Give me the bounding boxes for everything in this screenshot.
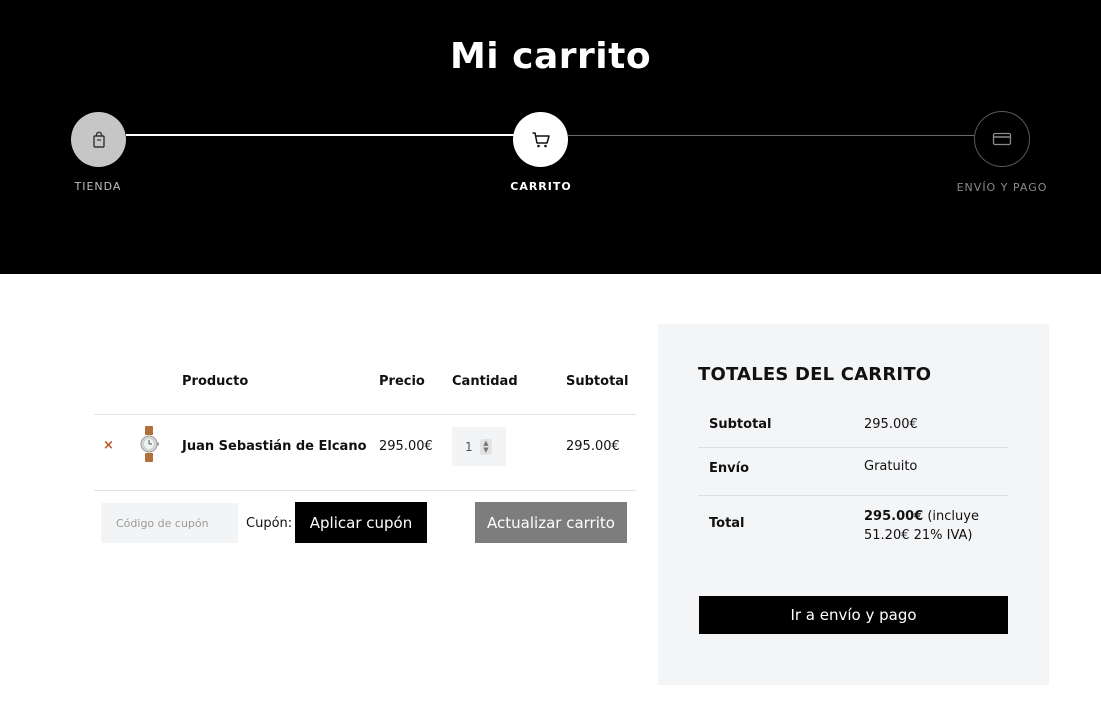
totals-shipping-label: Envío [709, 461, 749, 476]
total-amount: 295.00€ [864, 509, 924, 524]
column-header-quantity: Cantidad [452, 374, 518, 389]
step-tienda[interactable] [71, 112, 126, 167]
remove-item-button[interactable]: × [103, 438, 114, 453]
totals-total-label: Total [709, 516, 745, 531]
totals-subtotal-value: 295.00€ [864, 417, 918, 432]
update-cart-button[interactable]: Actualizar carrito [475, 502, 627, 543]
column-header-product: Producto [182, 374, 249, 389]
column-header-subtotal: Subtotal [566, 374, 629, 389]
progress-line-completed [126, 134, 514, 136]
credit-card-icon [992, 132, 1012, 146]
apply-coupon-button[interactable]: Aplicar cupón [295, 502, 427, 543]
shopping-bag-icon [92, 131, 105, 148]
cart-totals-title: TOTALES DEL CARRITO [698, 364, 932, 385]
cart-icon [532, 131, 550, 147]
product-subtotal: 295.00€ [566, 439, 620, 454]
progress-line-pending [568, 135, 974, 136]
totals-total-value: 295.00€ (incluye 51.20€ 21% IVA) [864, 507, 1004, 545]
totals-shipping-value: Gratuito [864, 459, 918, 474]
step-carrito[interactable] [513, 112, 568, 167]
quantity-spinner[interactable]: ▲ ▼ [480, 439, 492, 455]
coupon-code-input[interactable] [101, 503, 238, 543]
totals-subtotal-label: Subtotal [709, 417, 772, 432]
totals-divider [698, 447, 1008, 448]
totals-divider [698, 495, 1008, 496]
step-label-envio-pago: ENVÍO Y PAGO [956, 181, 1048, 194]
product-price: 295.00€ [379, 439, 433, 454]
column-header-price: Precio [379, 374, 425, 389]
step-label-tienda: TIENDA [74, 180, 122, 193]
proceed-to-checkout-button[interactable]: Ir a envío y pago [699, 596, 1008, 634]
quantity-stepper[interactable]: 1 ▲ ▼ [452, 427, 506, 466]
chevron-down-icon[interactable]: ▼ [483, 447, 488, 454]
step-label-carrito: CARRITO [510, 180, 572, 193]
step-envio-pago[interactable] [974, 111, 1030, 167]
watch-icon[interactable] [137, 426, 161, 462]
product-name-link[interactable]: Juan Sebastián de Elcano [182, 439, 367, 454]
coupon-label: Cupón: [246, 516, 293, 531]
quantity-value[interactable]: 1 [465, 440, 473, 454]
table-divider [94, 414, 636, 415]
page-title: Mi carrito [449, 36, 652, 77]
table-divider [94, 490, 636, 491]
